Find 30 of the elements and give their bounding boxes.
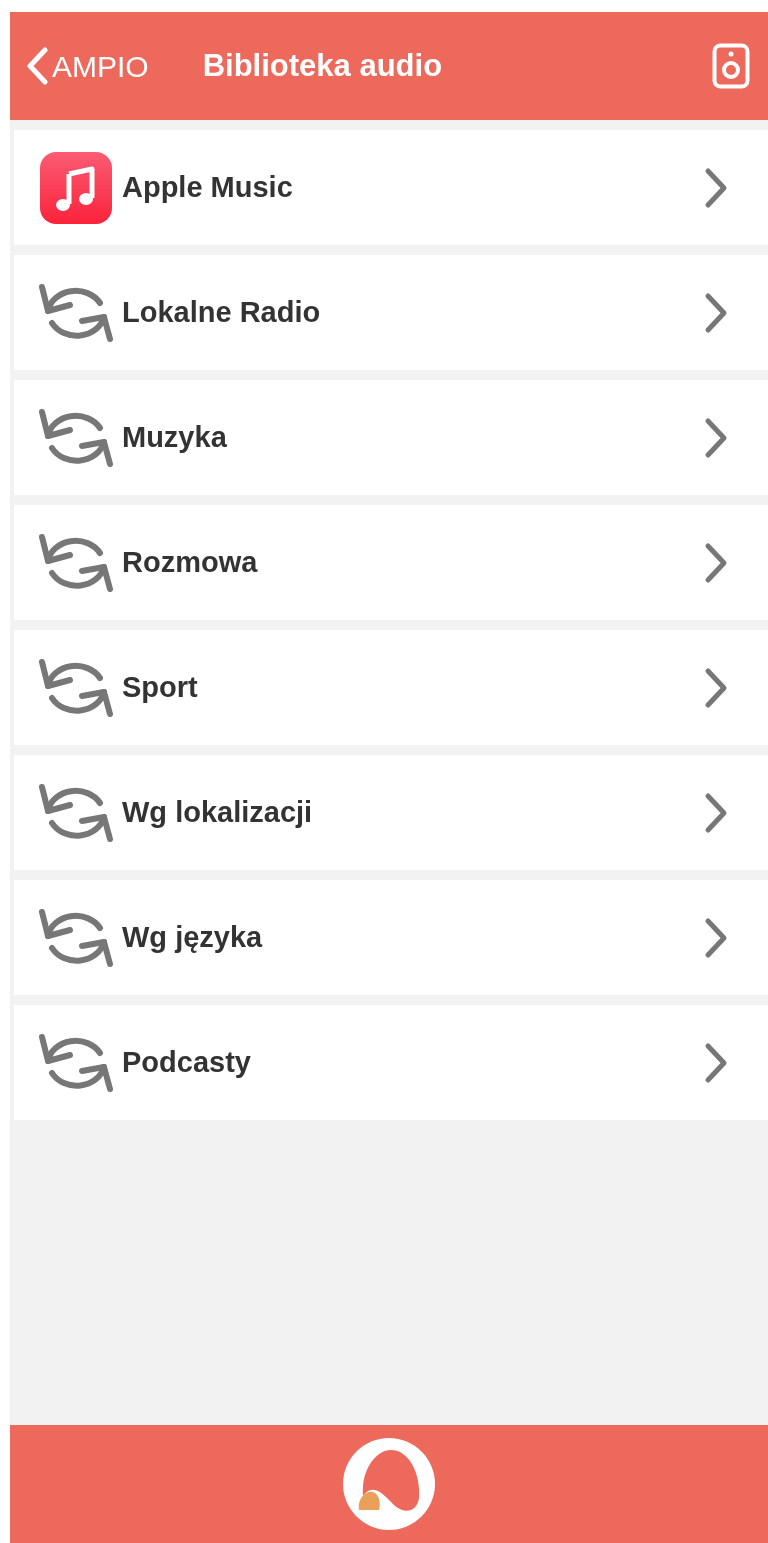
chevron-right-icon	[704, 291, 728, 334]
speaker-button[interactable]	[712, 43, 750, 89]
item-label: Muzyka	[122, 419, 227, 455]
chevron-right-icon	[704, 916, 728, 959]
item-label: Wg języka	[122, 919, 263, 955]
page-title: Biblioteka audio	[202, 46, 443, 85]
chevron-right-icon	[704, 666, 728, 709]
logo-icon[interactable]	[343, 1438, 435, 1530]
item-label: Sport	[122, 669, 198, 705]
item-label: Lokalne Radio	[122, 294, 321, 330]
library-item[interactable]: Wg lokalizacji	[14, 755, 768, 870]
chevron-right-icon	[704, 1041, 728, 1084]
chevron-right-icon	[704, 541, 728, 584]
chevron-right-icon	[704, 791, 728, 834]
item-label: Podcasty	[122, 1044, 251, 1080]
speaker-icon	[712, 43, 750, 89]
library-item[interactable]: Podcasty	[14, 1005, 768, 1120]
library-item[interactable]: Apple Music	[14, 130, 768, 245]
chevron-right-icon	[704, 166, 728, 209]
library-item[interactable]: Muzyka	[14, 380, 768, 495]
item-label: Wg lokalizacji	[122, 794, 313, 830]
library-item[interactable]: Wg języka	[14, 880, 768, 995]
library-item[interactable]: Sport	[14, 630, 768, 745]
chevron-right-icon	[704, 416, 728, 459]
chevron-left-icon	[26, 47, 48, 85]
music-note-icon	[40, 151, 112, 224]
library-item[interactable]: Rozmowa	[14, 505, 768, 620]
library-item[interactable]: Lokalne Radio	[14, 255, 768, 370]
item-label: Apple Music	[122, 169, 293, 205]
item-label: Rozmowa	[122, 544, 258, 580]
